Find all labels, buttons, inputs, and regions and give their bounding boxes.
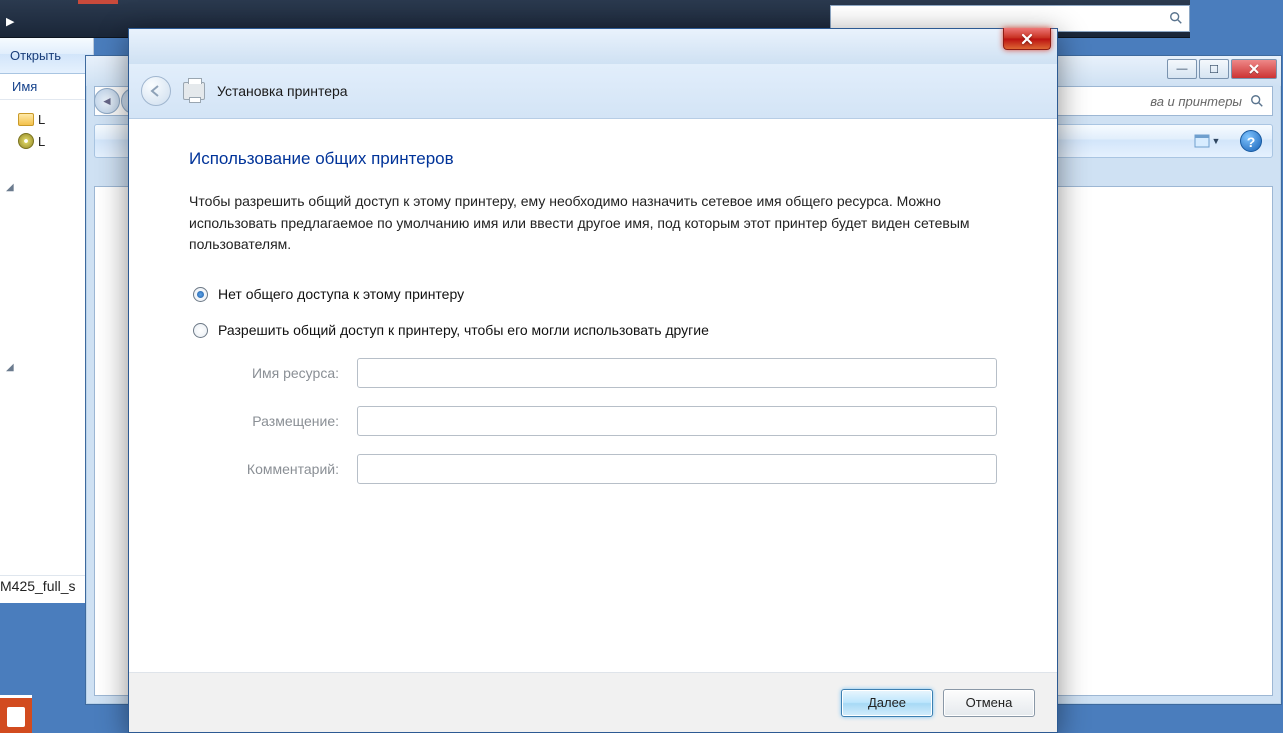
tree-item-folder[interactable]: L [18,108,93,130]
arrow-left-icon [148,84,164,98]
radio-icon [193,287,208,302]
folder-icon [18,113,34,126]
explorer-tree: L L ◢ ◢ [0,100,93,152]
close-button[interactable] [1231,59,1277,79]
sharename-input[interactable] [357,358,997,388]
location-input[interactable] [357,406,997,436]
nav-back-button[interactable]: ◄ [94,88,120,114]
wizard-description: Чтобы разрешить общий доступ к этому при… [189,191,997,256]
tree-item-disc[interactable]: L [18,130,93,152]
search-icon [1250,94,1264,108]
explorer-filename-fragment[interactable]: M425_full_s [0,575,94,596]
tree-expand-icon[interactable]: ◢ [6,182,14,193]
radio-no-sharing[interactable]: Нет общего доступа к этому принтеру [193,286,997,302]
cancel-button[interactable]: Отмена [943,689,1035,717]
close-icon [1248,63,1260,75]
comment-input[interactable] [357,454,997,484]
location-label: Размещение: [239,413,357,429]
wizard-title: Установка принтера [217,83,348,99]
tree-item-label: L [38,134,45,149]
radio-label: Разрешить общий доступ к принтеру, чтобы… [218,322,709,338]
close-button[interactable] [1003,28,1051,50]
add-printer-wizard: Установка принтера Использование общих п… [128,28,1058,733]
taskbar-app-fragment[interactable] [0,695,32,733]
wizard-heading: Использование общих принтеров [189,149,997,169]
wizard-body: Использование общих принтеров Чтобы разр… [129,119,1057,672]
help-button[interactable]: ? [1240,130,1262,152]
share-settings-form: Имя ресурса: Размещение: Комментарий: [239,358,997,484]
explorer-toolbar: Открыть [0,38,93,74]
tree-item-label: L [38,112,45,127]
maximize-button[interactable]: ☐ [1199,59,1229,79]
explorer-window-fragment: Открыть Имя L L ◢ ◢ [0,38,94,603]
wizard-header: Установка принтера [129,64,1057,119]
picture-icon [1194,134,1210,148]
open-button[interactable]: Открыть [10,48,61,63]
wizard-footer: Далее Отмена [129,672,1057,732]
view-options-dropdown[interactable]: ▼ [1188,130,1226,152]
comment-label: Комментарий: [239,461,357,477]
wizard-titlebar[interactable] [129,29,1057,64]
chevron-down-icon: ▼ [1212,136,1221,146]
sharename-label: Имя ресурса: [239,365,357,381]
radio-enable-sharing[interactable]: Разрешить общий доступ к принтеру, чтобы… [193,322,997,338]
disc-icon [18,133,34,149]
printer-icon [183,82,205,100]
radio-icon [193,323,208,338]
radio-label: Нет общего доступа к этому принтеру [218,286,464,302]
tree-expand-icon[interactable]: ◢ [6,362,14,373]
nav-fwd-icon: ▶ [6,15,14,28]
red-tab-fragment [78,0,118,4]
next-button[interactable]: Далее [841,689,933,717]
close-icon [1020,33,1034,45]
search-icon [1169,11,1183,25]
back-button[interactable] [141,76,171,106]
explorer-column-header-name[interactable]: Имя [0,74,93,100]
minimize-button[interactable]: — [1167,59,1197,79]
